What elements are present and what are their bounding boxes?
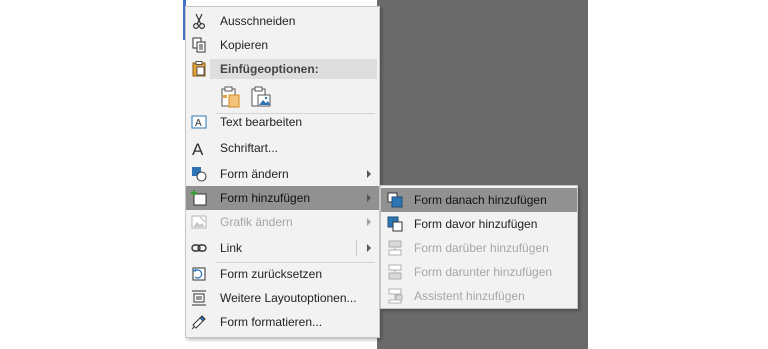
svg-text:A: A bbox=[195, 118, 202, 129]
menu-item-label: Form hinzufügen bbox=[220, 191, 311, 205]
submenu-arrow-icon bbox=[367, 170, 371, 178]
submenu-item-add-above[interactable]: Form darüber hinzufügen bbox=[381, 236, 577, 260]
reset-shape-icon bbox=[190, 265, 208, 283]
menu-item-more-layout[interactable]: Weitere Layoutoptionen... bbox=[186, 286, 379, 310]
submenu-item-label: Form danach hinzufügen bbox=[414, 193, 547, 207]
submenu-item-add-before[interactable]: Form davor hinzufügen bbox=[381, 212, 577, 236]
add-below-icon bbox=[386, 263, 404, 281]
menu-item-label: Link bbox=[220, 241, 243, 255]
change-graphic-icon bbox=[190, 213, 208, 231]
paste-keep-formatting-icon[interactable] bbox=[219, 85, 243, 109]
add-above-icon bbox=[386, 239, 404, 257]
menu-item-reset-shape[interactable]: Form zurücksetzen bbox=[186, 262, 379, 286]
menu-item-label: Form zurücksetzen bbox=[220, 267, 323, 281]
menu-item-change-shape[interactable]: Form ändern bbox=[186, 162, 379, 186]
add-after-icon bbox=[386, 191, 404, 209]
submenu-item-label: Form darüber hinzufügen bbox=[414, 241, 549, 255]
context-menu: Ausschneiden Kopieren Einfügeoptionen: A… bbox=[185, 6, 380, 338]
menu-item-label: Weitere Layoutoptionen... bbox=[220, 291, 357, 305]
submenu-arrow-icon[interactable] bbox=[367, 244, 371, 252]
font-icon: A bbox=[190, 139, 208, 159]
submenu-item-label: Form darunter hinzufügen bbox=[414, 265, 553, 279]
submenu-item-add-below[interactable]: Form darunter hinzufügen bbox=[381, 260, 577, 284]
paste-picture-icon[interactable] bbox=[249, 85, 273, 109]
submenu-arrow-icon bbox=[367, 194, 371, 202]
scissors-icon bbox=[190, 12, 208, 30]
add-assistant-icon bbox=[386, 287, 404, 305]
layout-options-icon bbox=[190, 289, 208, 307]
menu-item-font[interactable]: A Schriftart... bbox=[186, 136, 379, 160]
menu-item-label: Grafik ändern bbox=[220, 215, 293, 229]
textbox-icon: A bbox=[190, 113, 208, 131]
menu-item-link[interactable]: Link bbox=[186, 236, 379, 260]
copy-icon bbox=[190, 36, 208, 54]
add-shape-submenu: Form danach hinzufügen Form davor hinzuf… bbox=[380, 185, 578, 309]
svg-text:A: A bbox=[192, 140, 204, 157]
menu-item-label: Schriftart... bbox=[220, 141, 279, 155]
submenu-item-label: Form davor hinzufügen bbox=[414, 217, 538, 231]
menu-item-format-shape[interactable]: Form formatieren... bbox=[186, 310, 379, 334]
link-icon bbox=[190, 239, 208, 257]
menu-item-change-graphic[interactable]: Grafik ändern bbox=[186, 210, 379, 234]
submenu-item-label: Assistent hinzufügen bbox=[414, 289, 525, 303]
split-divider bbox=[356, 240, 357, 256]
paste-options-header: Einfügeoptionen: bbox=[210, 59, 377, 79]
add-shape-icon bbox=[190, 189, 208, 207]
menu-item-label: Ausschneiden bbox=[220, 14, 296, 28]
menu-item-add-shape[interactable]: Form hinzufügen bbox=[186, 186, 379, 210]
submenu-item-add-after[interactable]: Form danach hinzufügen bbox=[381, 188, 577, 212]
submenu-arrow-icon bbox=[367, 218, 371, 226]
menu-item-copy[interactable]: Kopieren bbox=[186, 33, 379, 57]
add-before-icon bbox=[386, 215, 404, 233]
submenu-item-add-assistant[interactable]: Assistent hinzufügen bbox=[381, 284, 577, 308]
change-shape-icon bbox=[190, 165, 208, 183]
menu-item-edit-text[interactable]: A Text bearbeiten bbox=[186, 110, 379, 134]
paste-icon bbox=[190, 60, 208, 78]
paste-options-label: Einfügeoptionen: bbox=[220, 62, 319, 76]
menu-item-label: Text bearbeiten bbox=[220, 115, 303, 129]
menu-item-label: Form ändern bbox=[220, 167, 289, 181]
menu-item-label: Kopieren bbox=[220, 38, 269, 52]
format-shape-icon bbox=[190, 313, 208, 331]
menu-item-label: Form formatieren... bbox=[220, 315, 323, 329]
menu-item-cut[interactable]: Ausschneiden bbox=[186, 9, 379, 33]
